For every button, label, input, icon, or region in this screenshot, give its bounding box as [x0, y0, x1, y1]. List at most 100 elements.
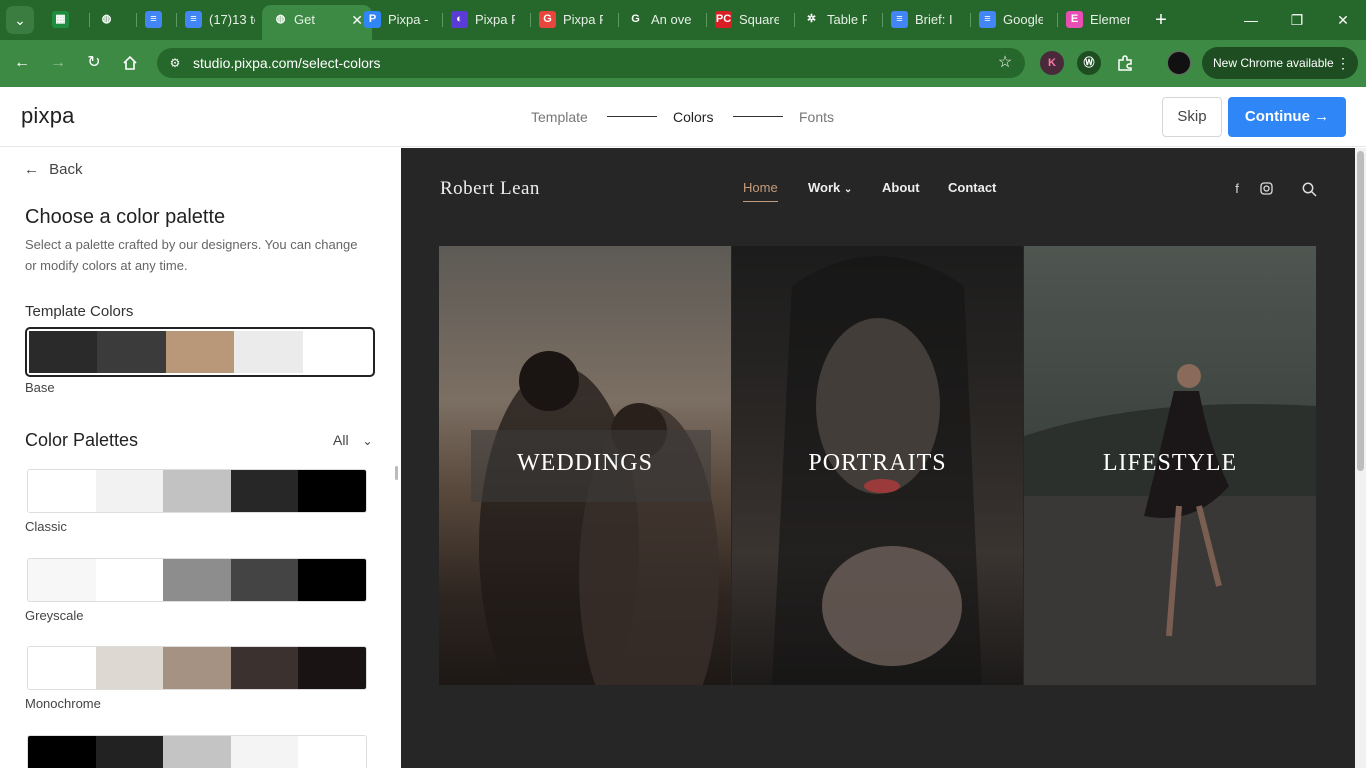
browser-tab[interactable]: ◍ [98, 5, 122, 35]
template-colors-label: Template Colors [25, 303, 134, 320]
chevron-down-icon: ⌄ [14, 12, 26, 28]
step-divider [607, 116, 657, 117]
address-bar[interactable]: ⚙ studio.pixpa.com/select-colors ☆ [157, 48, 1025, 78]
tab-title: Squares [739, 12, 779, 27]
gallery-card-weddings[interactable]: WEDDINGS [439, 246, 731, 685]
palette-option[interactable] [27, 646, 367, 690]
gallery-card-lifestyle[interactable]: LIFESTYLE [1024, 246, 1316, 685]
plus-icon: + [1155, 9, 1167, 31]
skip-button[interactable]: Skip [1162, 97, 1222, 137]
color-swatch [230, 647, 299, 689]
tab-title: Brief: I T [915, 12, 955, 27]
arrow-right-icon: → [50, 54, 66, 71]
site-info-icon[interactable]: ⚙ [166, 54, 184, 72]
reload-button[interactable]: ↻ [81, 50, 107, 76]
minimize-button[interactable]: — [1237, 6, 1265, 34]
globe-icon: ◍ [101, 13, 112, 25]
browser-tab[interactable]: ≡ Google [979, 5, 1043, 35]
tab-separator [442, 13, 443, 27]
tab-search-button[interactable]: ⌄ [6, 6, 34, 34]
template-palette-selected[interactable] [25, 327, 375, 377]
close-icon: ✕ [1337, 12, 1349, 28]
browser-tab[interactable]: ◐ Pixpa R [451, 5, 515, 35]
forward-nav-button[interactable]: → [45, 50, 71, 76]
minimize-icon: — [1244, 12, 1258, 28]
sidebar-scrollbar[interactable] [395, 466, 398, 480]
color-swatch [234, 331, 303, 373]
extension-k-icon[interactable]: K [1040, 51, 1064, 75]
url-text[interactable]: studio.pixpa.com/select-colors [193, 48, 381, 78]
restore-button[interactable]: ❐ [1283, 6, 1311, 34]
search-icon[interactable] [1300, 180, 1318, 198]
docs-icon: ≡ [891, 11, 908, 28]
step-colors[interactable]: Colors [673, 87, 713, 147]
browser-tab[interactable]: ▦ [52, 5, 76, 35]
color-palettes-label: Color Palettes [25, 430, 139, 450]
color-swatch [230, 559, 299, 601]
back-link[interactable]: ← Back [24, 160, 83, 180]
color-swatch [28, 736, 96, 768]
continue-button[interactable]: Continue → [1228, 97, 1346, 137]
step-fonts[interactable]: Fonts [799, 87, 834, 147]
color-swatch [163, 736, 231, 768]
preview-nav-about[interactable]: About [882, 180, 920, 195]
facebook-icon[interactable]: f [1228, 180, 1246, 198]
pcmag-icon: PC [715, 11, 732, 28]
browser-tab[interactable]: PC Squares [715, 5, 779, 35]
extension-w-icon[interactable]: Ⓦ [1077, 51, 1101, 75]
g2-icon: G [539, 11, 556, 28]
color-swatch [95, 470, 164, 512]
tab-separator [970, 13, 971, 27]
close-tab-icon[interactable]: ✕ [351, 5, 363, 35]
palette-name: Monochrome [25, 696, 101, 711]
sidebar-title: Choose a color palette [25, 206, 226, 228]
preview-nav-work[interactable]: Work ⌄ [808, 180, 852, 195]
browser-tab[interactable]: P Pixpa - [364, 5, 428, 35]
instagram-icon[interactable] [1257, 180, 1275, 198]
gallery-card-portraits[interactable]: PORTRAITS [732, 246, 1023, 685]
browser-tab[interactable]: ✲ Table Fo [803, 5, 867, 35]
new-chrome-label: New Chrome available [1213, 56, 1334, 70]
step-divider [733, 116, 783, 117]
page-scrollbar[interactable] [1355, 148, 1366, 768]
browser-tab[interactable]: ≡ Brief: I T [891, 5, 955, 35]
home-icon [123, 55, 137, 70]
page-scrollbar-thumb[interactable] [1357, 151, 1364, 471]
profile-avatar[interactable] [1167, 51, 1191, 75]
docs-icon: ≡ [185, 11, 202, 28]
color-swatch [28, 470, 96, 512]
new-tab-button[interactable]: + [1150, 6, 1172, 34]
color-swatch [298, 559, 366, 601]
bookmark-star-icon[interactable]: ☆ [995, 53, 1015, 73]
preview-nav-home[interactable]: Home [743, 180, 778, 202]
tab-separator [882, 13, 883, 27]
palette-filter-dropdown[interactable]: All ⌄ [333, 432, 373, 448]
color-swatch [163, 647, 231, 689]
home-button[interactable] [117, 50, 143, 76]
browser-tab[interactable]: ≡ (17)13 te [185, 5, 255, 35]
color-swatch [230, 736, 299, 768]
new-chrome-available-button[interactable]: New Chrome available ⋮ [1202, 47, 1358, 79]
palette-option[interactable] [27, 558, 367, 602]
color-swatch [298, 647, 366, 689]
browser-tab[interactable]: E Elemen [1066, 5, 1130, 35]
app-header: pixpa Template Colors Fonts Skip Continu… [0, 87, 1366, 147]
palette-option[interactable] [27, 469, 367, 513]
browser-toolbar: ← → ↻ ⚙ studio.pixpa.com/select-colors ☆… [0, 40, 1366, 87]
preview-nav-contact[interactable]: Contact [948, 180, 996, 195]
tab-separator [706, 13, 707, 27]
browser-tab[interactable]: ◍ Get ✕ [262, 5, 372, 40]
browser-tab[interactable]: G Pixpa R [539, 5, 603, 35]
browser-tab[interactable]: ≡ [145, 5, 169, 35]
palette-option[interactable] [27, 735, 367, 768]
sheets-icon: ▦ [52, 11, 69, 28]
tab-title: Google [1003, 12, 1043, 27]
close-window-button[interactable]: ✕ [1329, 6, 1357, 34]
step-template[interactable]: Template [531, 87, 588, 147]
browser-tab[interactable]: G An over [627, 5, 691, 35]
back-nav-button[interactable]: ← [9, 50, 35, 76]
extensions-puzzle-icon[interactable] [1113, 51, 1137, 75]
tab-separator [136, 13, 137, 27]
color-swatch [298, 736, 366, 768]
tab-strip: ⌄ ▦◍≡≡(17)13 te◍Get✕PPixpa -◐Pixpa RGPix… [0, 0, 1366, 40]
